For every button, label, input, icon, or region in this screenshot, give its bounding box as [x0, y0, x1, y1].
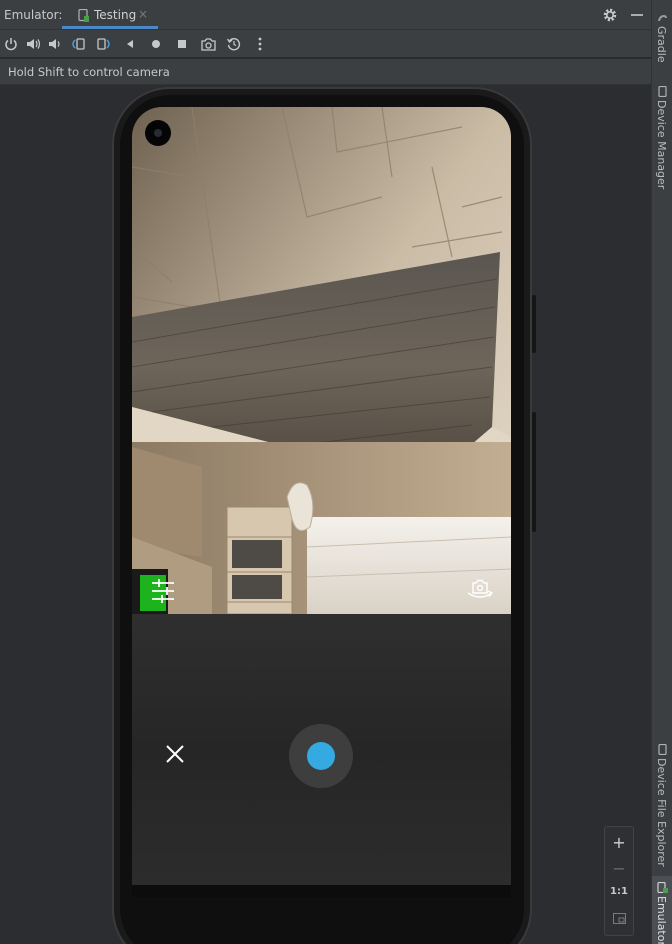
more-button[interactable] — [250, 34, 270, 54]
front-camera-cutout — [145, 120, 171, 146]
power-button[interactable] — [1, 34, 21, 54]
gear-icon[interactable] — [602, 7, 618, 23]
overview-button[interactable] — [172, 34, 192, 54]
viewfinder-scene — [132, 107, 511, 614]
app-label: Emulator: — [4, 8, 63, 22]
file-explorer-icon — [658, 744, 667, 755]
nav-bar — [132, 885, 511, 897]
side-label-emulator: Emulator — [655, 896, 668, 944]
home-button[interactable] — [146, 34, 166, 54]
shutter-inner — [307, 742, 335, 770]
minimize-icon[interactable] — [630, 7, 644, 23]
rotate-right-icon — [97, 38, 110, 50]
zoom-in-button[interactable]: + — [605, 831, 633, 853]
tab-testing[interactable]: Testing × — [62, 0, 158, 29]
rotate-left-icon — [72, 38, 85, 50]
history-icon — [227, 38, 241, 51]
side-label-gradle: Gradle — [655, 26, 668, 63]
volume-down-icon — [49, 39, 60, 49]
screenshot-button[interactable] — [198, 34, 218, 54]
back-button[interactable] — [120, 34, 140, 54]
side-tab-gradle[interactable]: Gradle — [652, 8, 672, 70]
emulator-icon — [657, 882, 668, 893]
emulator-toolbar — [0, 30, 651, 58]
snapshot-button[interactable] — [224, 34, 244, 54]
side-tab-emulator[interactable]: Emulator — [652, 876, 672, 944]
device-icon — [78, 9, 89, 22]
power-icon — [5, 38, 17, 51]
hint-text: Hold Shift to control camera — [8, 65, 170, 79]
zoom-panel: + − 1:1 — [604, 826, 634, 936]
volume-up-button[interactable] — [23, 34, 43, 54]
back-icon — [127, 40, 133, 48]
rotate-right-button[interactable] — [94, 34, 114, 54]
title-bar: Emulator: Testing × — [0, 0, 651, 30]
settings-sliders-icon[interactable] — [132, 567, 176, 611]
rotate-left-button[interactable] — [68, 34, 88, 54]
side-tab-device-file-explorer[interactable]: Device File Explorer — [652, 742, 672, 867]
camera-viewfinder[interactable] — [132, 107, 511, 614]
right-tool-strip: Gradle Device Manager Device File Explor… — [651, 0, 672, 944]
shutter-button[interactable] — [289, 724, 353, 788]
side-label-device-manager: Device Manager — [655, 100, 668, 190]
phone-volume-key — [532, 412, 536, 532]
volume-down-button[interactable] — [45, 34, 65, 54]
tab-close-icon[interactable]: × — [138, 7, 148, 21]
device-manager-icon — [658, 86, 667, 97]
gradle-icon — [658, 15, 667, 21]
camera-icon — [200, 37, 216, 51]
zoom-actual-size-button[interactable]: 1:1 — [605, 886, 633, 897]
overview-icon — [178, 40, 186, 48]
device-screen[interactable] — [132, 107, 511, 897]
zoom-out-button[interactable]: − — [605, 857, 633, 879]
tab-label: Testing — [94, 8, 137, 22]
fit-screen-icon[interactable] — [613, 913, 626, 924]
phone-power-key — [532, 295, 536, 353]
more-vertical-icon — [258, 37, 262, 51]
side-label-device-file-explorer: Device File Explorer — [655, 758, 668, 867]
hint-bar: Hold Shift to control camera — [0, 59, 651, 85]
flip-camera-icon[interactable] — [466, 577, 494, 601]
volume-up-icon — [26, 39, 40, 49]
home-icon — [152, 40, 160, 48]
camera-controls — [132, 614, 511, 885]
side-tab-device-manager[interactable]: Device Manager — [652, 84, 672, 190]
close-icon[interactable] — [164, 743, 186, 765]
